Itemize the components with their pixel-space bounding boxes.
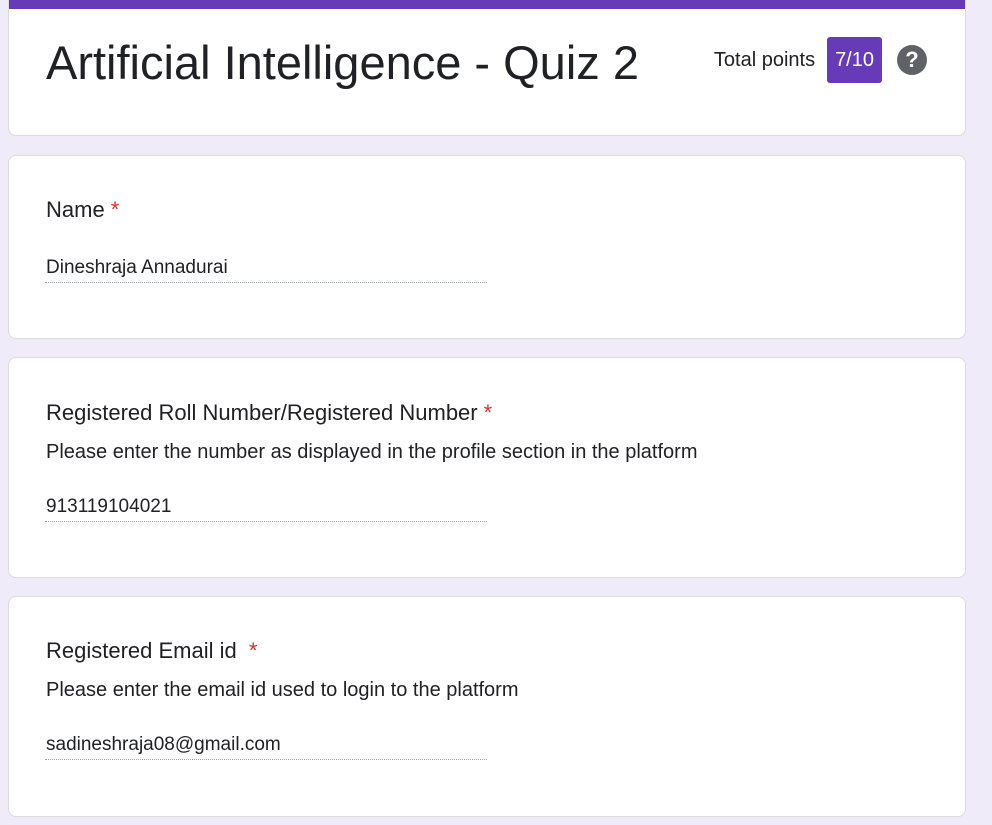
help-icon[interactable]: ? bbox=[897, 45, 927, 75]
score-area: Total points 7/10 ? bbox=[714, 37, 927, 83]
question-title: Registered Roll Number/Registered Number… bbox=[46, 399, 492, 427]
question-description: Please enter the number as displayed in … bbox=[46, 441, 698, 463]
form-title: Artificial Intelligence - Quiz 2 bbox=[46, 36, 639, 89]
roll-number-field[interactable] bbox=[45, 492, 487, 522]
question-title: Registered Email id * bbox=[46, 637, 257, 665]
required-asterisk: * bbox=[248, 638, 258, 663]
question-card-name: Name * bbox=[8, 155, 966, 339]
question-title-text: Registered Roll Number/Registered Number bbox=[46, 400, 478, 425]
question-card-roll-number: Registered Roll Number/Registered Number… bbox=[8, 357, 966, 578]
form-header-card: Artificial Intelligence - Quiz 2 Total p… bbox=[8, 0, 966, 136]
question-title-text: Registered Email id bbox=[46, 638, 243, 663]
name-field[interactable] bbox=[45, 253, 487, 283]
email-field[interactable] bbox=[45, 730, 487, 760]
question-card-email: Registered Email id * Please enter the e… bbox=[8, 596, 966, 817]
question-title: Name * bbox=[46, 196, 119, 224]
question-title-text: Name bbox=[46, 197, 105, 222]
required-asterisk: * bbox=[483, 400, 493, 425]
required-asterisk: * bbox=[110, 197, 120, 222]
total-points-label: Total points bbox=[713, 48, 816, 71]
question-description: Please enter the email id used to login … bbox=[46, 679, 519, 701]
header-accent-bar bbox=[9, 0, 965, 9]
score-badge: 7/10 bbox=[827, 37, 882, 83]
